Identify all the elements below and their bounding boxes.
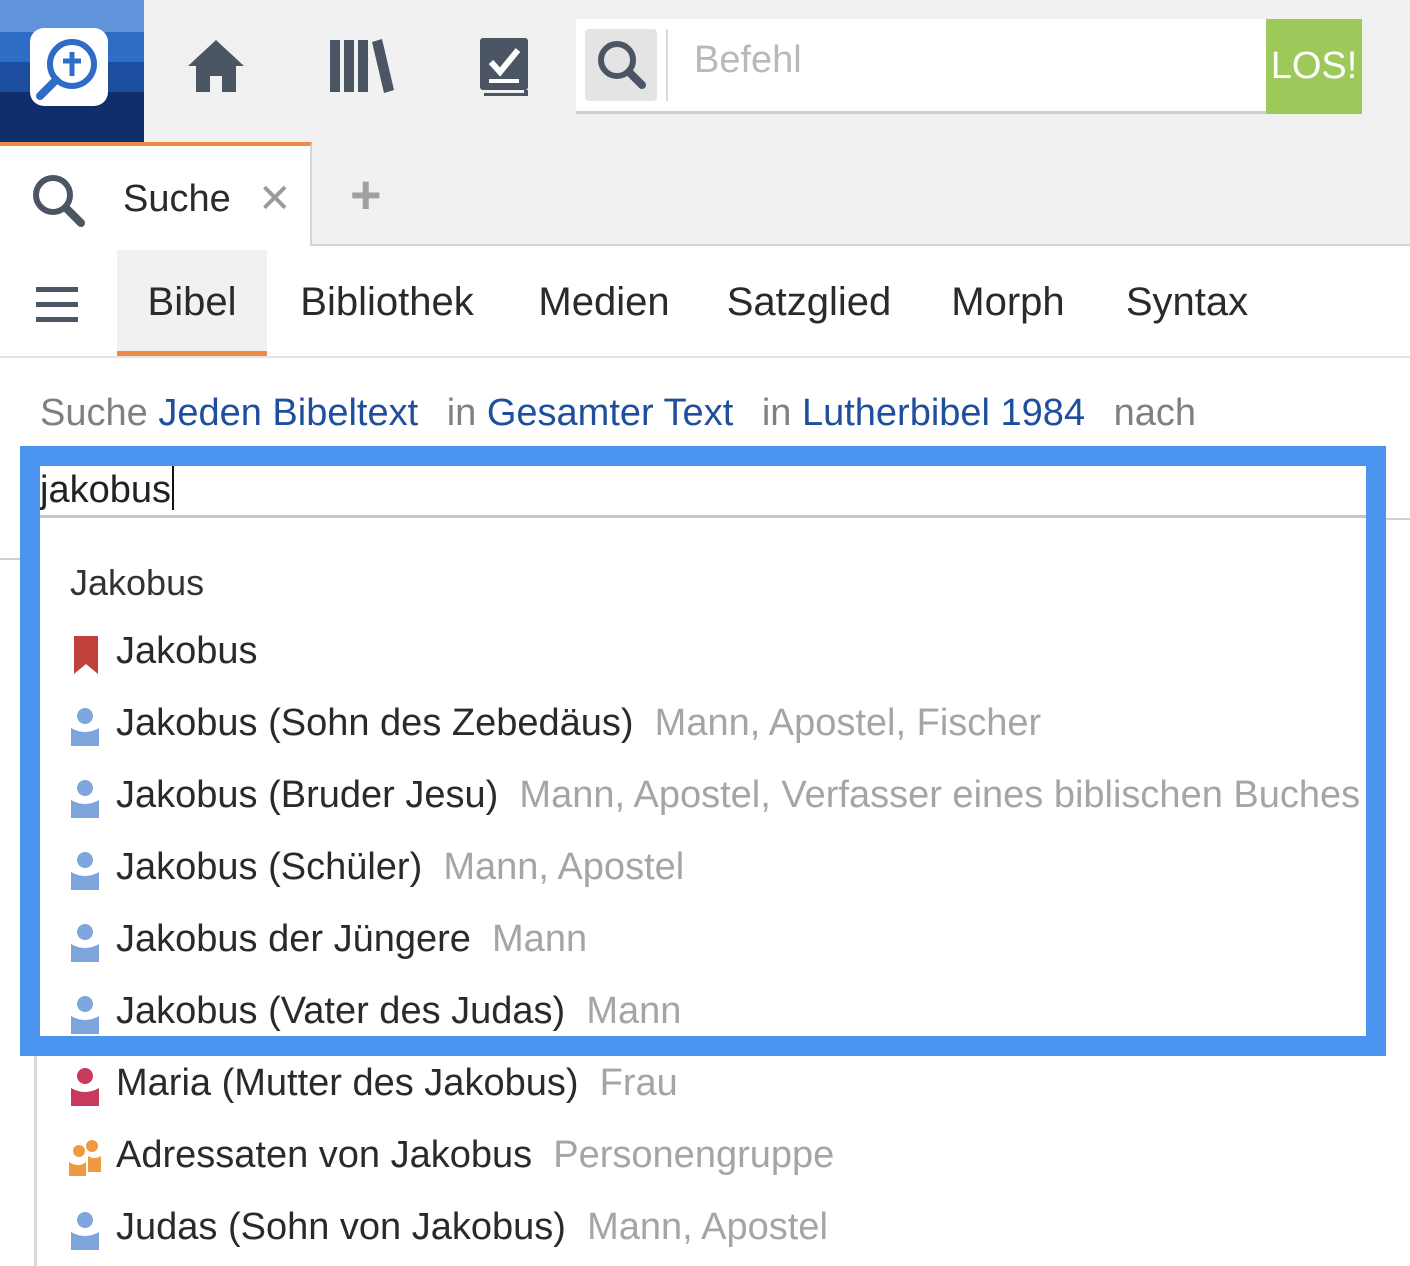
range-selector[interactable]: Gesamter Text (487, 392, 733, 434)
scope-selector[interactable]: Jeden Bibeltext (158, 392, 418, 434)
search-suffix: nach (1113, 392, 1197, 434)
suggestion-name: Jakobus (Vater des Judas) Mann (116, 990, 682, 1032)
suggestion-name: Jakobus (Sohn des Zebedäus) Mann, Aposte… (116, 702, 1042, 744)
person-male-icon (68, 848, 102, 892)
divider (1386, 518, 1410, 520)
tab-syntax[interactable]: Syntax (1118, 250, 1256, 356)
home-icon[interactable] (186, 36, 246, 101)
close-tab-icon[interactable]: ✕ (258, 176, 292, 222)
tab-bibel[interactable]: Bibel (117, 250, 267, 356)
dropdown-edge (34, 1052, 37, 1266)
suggestion-description: Frau (599, 1062, 678, 1104)
search-prefix: Suche (40, 392, 148, 434)
highlight-frame (20, 446, 1386, 1056)
suggestion-description: Mann, Apostel, Fischer (654, 702, 1042, 744)
search-icon (28, 170, 88, 235)
bookmark-icon (68, 632, 102, 676)
tab-morph[interactable]: Morph (942, 250, 1074, 356)
query-text: jakobus (40, 469, 171, 511)
suggestion-description: Mann, Apostel (587, 1206, 828, 1248)
suggestion-name: Jakobus (Schüler) Mann, Apostel (116, 846, 685, 888)
suggestion-description: Mann, Apostel, Verfasser eines biblische… (519, 774, 1361, 816)
tab-medien[interactable]: Medien (530, 250, 678, 356)
command-separator (666, 29, 668, 101)
command-box: Befehl LOS! (576, 19, 1362, 114)
tab-satzglied[interactable]: Satzglied (720, 250, 898, 356)
suggestion-heading: Jakobus (70, 562, 205, 603)
command-input[interactable]: Befehl (694, 39, 802, 82)
tab-label: Suche (123, 178, 231, 220)
go-button[interactable]: LOS! (1266, 19, 1362, 114)
suggestion-name: Jakobus der Jüngere Mann (116, 918, 588, 960)
document-tab-bar: Suche ✕ + (0, 142, 1410, 246)
person-group-icon (68, 1136, 102, 1180)
library-icon[interactable] (328, 36, 396, 101)
suggestion-name: Adressaten von Jakobus Personengruppe (116, 1134, 835, 1176)
person-male-icon (68, 1208, 102, 1252)
person-male-icon (68, 920, 102, 964)
person-female-icon (68, 1064, 102, 1108)
top-toolbar: Befehl LOS! (0, 0, 1410, 142)
bible-selector[interactable]: Lutherbibel 1984 (802, 392, 1085, 434)
suggestion-description: Mann (586, 990, 682, 1032)
divider (0, 558, 20, 560)
command-search-button[interactable] (585, 29, 657, 101)
suggestion-description: Mann (492, 918, 588, 960)
suggestion-name: Maria (Mutter des Jakobus) Frau (116, 1062, 678, 1104)
search-options-line: Suche Jeden Bibeltext in Gesamter Text i… (40, 392, 1196, 435)
person-male-icon (68, 776, 102, 820)
suggestion-description: Mann, Apostel (443, 846, 685, 888)
tab-search[interactable]: Suche ✕ (0, 142, 312, 246)
in-label: in (446, 392, 477, 434)
app-logo-block[interactable] (0, 0, 144, 142)
person-male-icon (68, 704, 102, 748)
search-type-nav: Bibel Bibliothek Medien Satzglied Morph … (0, 248, 1410, 358)
search-query-input[interactable]: jakobus (40, 464, 1366, 518)
checklist-icon[interactable] (478, 36, 530, 103)
logos-search-logo-icon (30, 28, 108, 106)
text-caret (171, 466, 174, 510)
person-male-icon (68, 992, 102, 1036)
suggestion-description: Personengruppe (553, 1134, 835, 1176)
suggestion-name: Judas (Sohn von Jakobus) Mann, Apostel (116, 1206, 828, 1248)
hamburger-menu-icon[interactable] (36, 286, 80, 329)
suggestion-name: Jakobus (116, 630, 258, 672)
in-label: in (761, 392, 792, 434)
suggestion-name: Jakobus (Bruder Jesu) Mann, Apostel, Ver… (116, 774, 1361, 816)
add-tab-button[interactable]: + (350, 164, 382, 226)
tab-bibliothek[interactable]: Bibliothek (288, 250, 486, 356)
